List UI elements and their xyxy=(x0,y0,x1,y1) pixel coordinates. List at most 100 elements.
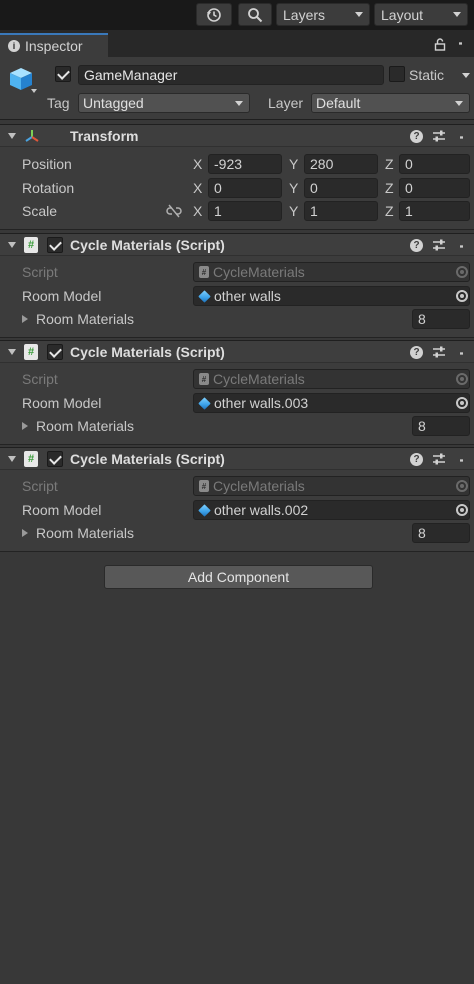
script-value: CycleMaterials xyxy=(213,371,305,387)
object-picker-icon[interactable] xyxy=(456,290,468,302)
axis-y-label: Y xyxy=(289,180,299,196)
room-model-value: other walls.002 xyxy=(214,502,309,518)
layer-dropdown[interactable]: Default xyxy=(311,93,470,113)
axis-x-label: X xyxy=(193,203,203,219)
script-field: # CycleMaterials xyxy=(193,262,470,282)
scale-label: Scale xyxy=(22,203,58,219)
tab-bar: i Inspector xyxy=(0,30,474,57)
layout-dropdown[interactable]: Layout xyxy=(374,3,468,26)
static-label: Static xyxy=(409,67,445,83)
script-label: Script xyxy=(22,264,58,280)
icon-picker-arrow-icon[interactable] xyxy=(31,89,37,93)
component-menu-icon[interactable] xyxy=(460,346,463,360)
rotation-label: Rotation xyxy=(22,180,75,196)
room-materials-size-field[interactable]: 8 xyxy=(412,309,470,329)
cycle-materials-header[interactable]: # Cycle Materials (Script) ? xyxy=(0,447,474,470)
scale-x-field[interactable]: 1 xyxy=(208,201,282,221)
component-menu-icon[interactable] xyxy=(460,239,463,253)
mesh-icon xyxy=(199,398,210,409)
gameobject-header: GameManager Static Tag Untagged Layer De… xyxy=(0,57,474,120)
lock-icon[interactable] xyxy=(434,38,446,51)
add-component-button[interactable]: Add Component xyxy=(104,565,373,589)
room-materials-size-field[interactable]: 8 xyxy=(412,523,470,543)
room-model-field[interactable]: other walls.003 xyxy=(193,393,470,413)
cycle-materials-body: Script # CycleMaterials Room Model other… xyxy=(0,470,474,552)
room-materials-label[interactable]: Room Materials xyxy=(36,418,134,434)
rotation-z-field[interactable]: 0 xyxy=(399,178,470,198)
help-icon[interactable]: ? xyxy=(410,130,423,143)
presets-icon[interactable] xyxy=(432,129,446,143)
constrain-proportions-icon[interactable] xyxy=(166,204,182,218)
room-model-value: other walls xyxy=(214,288,281,304)
foldout-icon[interactable] xyxy=(8,349,16,355)
static-checkbox[interactable] xyxy=(389,66,405,82)
tab-menu-icon[interactable] xyxy=(459,36,462,50)
presets-icon[interactable] xyxy=(432,238,446,252)
component-menu-icon[interactable] xyxy=(460,130,463,144)
scale-y-field[interactable]: 1 xyxy=(304,201,378,221)
tag-value: Untagged xyxy=(83,95,144,111)
history-icon xyxy=(207,7,221,22)
cycle-materials-header[interactable]: # Cycle Materials (Script) ? xyxy=(0,340,474,363)
object-picker-icon xyxy=(456,373,468,385)
help-icon[interactable]: ? xyxy=(410,239,423,252)
transform-body: Position X -923 Y 280 Z 0 Rotation X 0 Y… xyxy=(0,147,474,230)
tab-inspector[interactable]: i Inspector xyxy=(0,33,108,57)
layers-dropdown[interactable]: Layers xyxy=(276,3,370,26)
script-file-icon: # xyxy=(199,480,209,492)
presets-icon[interactable] xyxy=(432,452,446,466)
object-picker-icon xyxy=(456,480,468,492)
history-button[interactable] xyxy=(196,3,232,26)
scale-z-field[interactable]: 1 xyxy=(399,201,470,221)
active-checkbox[interactable] xyxy=(55,66,71,82)
room-model-label: Room Model xyxy=(22,395,102,411)
foldout-right-icon[interactable] xyxy=(22,529,28,537)
object-picker-icon[interactable] xyxy=(456,397,468,409)
room-materials-label[interactable]: Room Materials xyxy=(36,525,134,541)
script-label: Script xyxy=(22,478,58,494)
mesh-icon xyxy=(199,505,210,516)
static-dropdown-icon[interactable] xyxy=(462,73,470,78)
room-materials-size-field[interactable]: 8 xyxy=(412,416,470,436)
axis-y-label: Y xyxy=(289,203,299,219)
position-label: Position xyxy=(22,156,72,172)
foldout-right-icon[interactable] xyxy=(22,315,28,323)
position-x-field[interactable]: -923 xyxy=(208,154,282,174)
mesh-icon xyxy=(199,291,210,302)
search-button[interactable] xyxy=(238,3,272,26)
axis-x-label: X xyxy=(193,180,203,196)
search-icon xyxy=(248,7,263,22)
foldout-icon[interactable] xyxy=(8,133,16,139)
info-icon: i xyxy=(8,40,20,52)
room-model-field[interactable]: other walls.002 xyxy=(193,500,470,520)
tag-dropdown[interactable]: Untagged xyxy=(78,93,250,113)
gameobject-name-field[interactable]: GameManager xyxy=(78,65,384,85)
help-icon[interactable]: ? xyxy=(410,346,423,359)
rotation-y-field[interactable]: 0 xyxy=(304,178,378,198)
script-icon: # xyxy=(24,237,38,253)
rotation-x-field[interactable]: 0 xyxy=(208,178,282,198)
foldout-icon[interactable] xyxy=(8,456,16,462)
foldout-right-icon[interactable] xyxy=(22,422,28,430)
component-enabled-checkbox[interactable] xyxy=(47,451,63,467)
presets-icon[interactable] xyxy=(432,345,446,359)
help-icon[interactable]: ? xyxy=(410,453,423,466)
chevron-down-icon xyxy=(235,101,243,106)
axis-y-label: Y xyxy=(289,156,299,172)
position-y-field[interactable]: 280 xyxy=(304,154,378,174)
script-file-icon: # xyxy=(199,266,209,278)
room-model-field[interactable]: other walls xyxy=(193,286,470,306)
chevron-down-icon xyxy=(453,12,461,17)
cycle-materials-header[interactable]: # Cycle Materials (Script) ? xyxy=(0,233,474,256)
foldout-icon[interactable] xyxy=(8,242,16,248)
script-field: # CycleMaterials xyxy=(193,476,470,496)
room-model-value: other walls.003 xyxy=(214,395,309,411)
component-enabled-checkbox[interactable] xyxy=(47,237,63,253)
component-title: Cycle Materials (Script) xyxy=(70,344,225,360)
position-z-field[interactable]: 0 xyxy=(399,154,470,174)
component-enabled-checkbox[interactable] xyxy=(47,344,63,360)
component-menu-icon[interactable] xyxy=(460,453,463,467)
transform-header[interactable]: Transform ? xyxy=(0,124,474,147)
room-materials-label[interactable]: Room Materials xyxy=(36,311,134,327)
object-picker-icon[interactable] xyxy=(456,504,468,516)
